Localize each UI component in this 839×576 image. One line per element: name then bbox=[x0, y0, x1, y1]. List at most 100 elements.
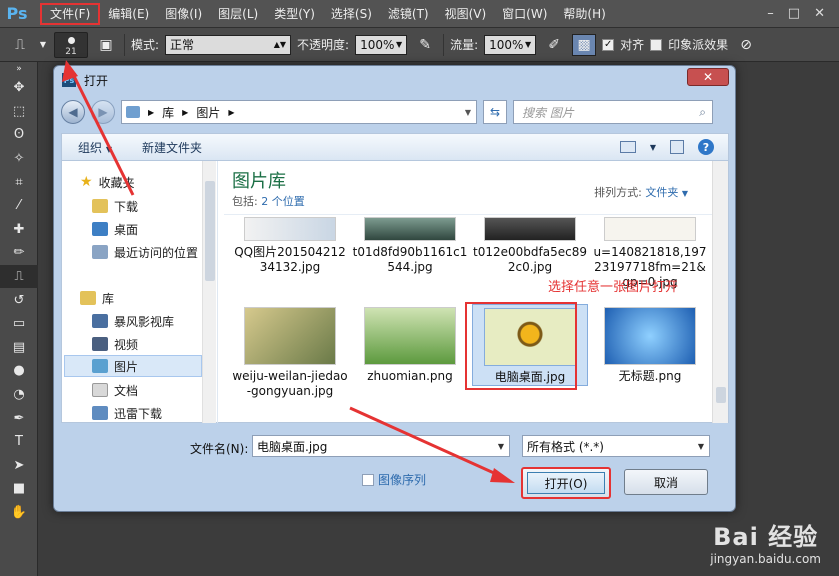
breadcrumb-library[interactable]: 库 bbox=[162, 104, 174, 121]
menu-window[interactable]: 窗口(W) bbox=[494, 3, 555, 25]
airbrush-icon[interactable]: ✐ bbox=[542, 34, 566, 56]
menu-image[interactable]: 图像(I) bbox=[157, 3, 210, 25]
file-item[interactable]: weiju-weilan-jiedao-gongyuan.jpg bbox=[232, 307, 348, 399]
move-tool-icon[interactable]: ✥ bbox=[0, 76, 38, 100]
chevron-down-icon[interactable]: ▼ bbox=[493, 442, 509, 451]
hand-tool-icon[interactable]: ✋ bbox=[0, 501, 38, 525]
menu-view[interactable]: 视图(V) bbox=[437, 3, 495, 25]
refresh-icon[interactable]: ⇆ bbox=[483, 100, 507, 124]
nav-thunder-downloads[interactable]: 迅雷下载 bbox=[92, 402, 162, 424]
search-icon: ⌕ bbox=[699, 104, 706, 119]
file-item[interactable]: 无标题.png bbox=[592, 307, 708, 384]
clone-stamp-tool-icon[interactable]: ⎍ bbox=[0, 264, 38, 289]
mode-select[interactable]: 正常 ▲▼ bbox=[165, 34, 292, 55]
nav-videos[interactable]: 视频 bbox=[92, 333, 138, 355]
dodge-tool-icon[interactable]: ◔ bbox=[0, 383, 38, 407]
file-item[interactable]: QQ图片20150421234132.jpg bbox=[232, 217, 348, 275]
panel-collapse-icon[interactable]: » bbox=[0, 62, 38, 76]
nav-baofeng-library[interactable]: 暴风影视库 bbox=[92, 310, 174, 332]
cancel-button[interactable]: 取消 bbox=[624, 469, 708, 495]
pattern-swatch-icon[interactable]: ▩ bbox=[572, 33, 597, 56]
file-item[interactable]: t01d8fd90b1161c1544.jpg bbox=[352, 217, 468, 275]
filename-value: 电脑桌面.jpg bbox=[257, 439, 328, 454]
new-folder-button[interactable]: 新建文件夹 bbox=[142, 139, 202, 156]
gradient-tool-icon[interactable]: ▤ bbox=[0, 336, 38, 360]
nav-videos-label: 视频 bbox=[114, 337, 139, 352]
crop-tool-icon[interactable]: ⌗ bbox=[0, 170, 38, 194]
divider bbox=[124, 33, 125, 56]
menu-type[interactable]: 类型(Y) bbox=[266, 3, 323, 25]
lasso-tool-icon[interactable]: ʘ bbox=[0, 123, 38, 147]
chevron-down-icon: ▼ bbox=[395, 40, 403, 49]
close-window-button[interactable]: ✕ bbox=[814, 6, 825, 21]
file-list-scrollbar[interactable] bbox=[712, 161, 728, 423]
pressure-opacity-icon[interactable]: ✎ bbox=[413, 34, 437, 56]
minimize-button[interactable]: – bbox=[767, 6, 774, 21]
nav-pictures[interactable]: 图片 bbox=[64, 355, 202, 377]
library-folder-icon bbox=[126, 106, 140, 118]
blur-tool-icon[interactable]: ● bbox=[0, 359, 38, 383]
quick-select-tool-icon[interactable]: ✧ bbox=[0, 147, 38, 171]
clone-stamp-preset-icon[interactable]: ⎍ bbox=[8, 34, 32, 56]
breadcrumb-pictures[interactable]: 图片 bbox=[196, 104, 220, 121]
file-item[interactable]: t012e00bdfa5ec892c0.jpg bbox=[472, 217, 588, 275]
image-sequence-option[interactable]: 图像序列 bbox=[362, 471, 426, 488]
menu-filter[interactable]: 滤镜(T) bbox=[380, 3, 437, 25]
filetype-select[interactable]: 所有格式 (*.*) ▼ bbox=[522, 435, 710, 457]
sort-value[interactable]: 文件夹 bbox=[645, 186, 678, 199]
file-item[interactable]: zhuomian.png bbox=[352, 307, 468, 384]
brush-size-picker[interactable]: 21 bbox=[54, 31, 88, 58]
rectangle-tool-icon[interactable]: ■ bbox=[0, 477, 38, 501]
back-arrow-icon[interactable]: ◀ bbox=[61, 100, 85, 124]
mode-value: 正常 bbox=[170, 38, 195, 52]
scrollbar-thumb[interactable] bbox=[716, 387, 726, 403]
menu-file[interactable]: 文件(F) bbox=[40, 2, 101, 25]
flow-input[interactable]: 100% ▼ bbox=[484, 34, 537, 55]
organize-button[interactable]: 组织 ▼ bbox=[78, 139, 112, 156]
forward-arrow-icon[interactable]: ▶ bbox=[91, 100, 115, 124]
pen-tool-icon[interactable]: ✒ bbox=[0, 406, 38, 430]
chevron-down-icon[interactable]: ▼ bbox=[682, 189, 688, 198]
chevron-down-icon[interactable]: ▼ bbox=[650, 143, 656, 152]
brush-tool-icon[interactable]: ✏ bbox=[0, 241, 38, 265]
chevron-down-icon[interactable]: ▼ bbox=[460, 108, 476, 117]
view-mode-icon[interactable] bbox=[619, 141, 636, 153]
align-checkbox[interactable]: ✓ bbox=[602, 38, 615, 51]
filename-input[interactable]: 电脑桌面.jpg ▼ bbox=[252, 435, 510, 457]
nav-library[interactable]: 库 bbox=[80, 287, 114, 309]
healing-brush-tool-icon[interactable]: ✚ bbox=[0, 218, 38, 242]
nav-favorites[interactable]: ★ 收藏夹 bbox=[80, 171, 135, 193]
close-icon[interactable]: ✕ bbox=[687, 68, 729, 86]
nav-recent-places[interactable]: 最近访问的位置 bbox=[92, 241, 198, 263]
nav-downloads[interactable]: 下载 bbox=[92, 195, 138, 217]
open-button[interactable]: 打开(O) bbox=[521, 467, 611, 499]
menu-layer[interactable]: 图层(L) bbox=[210, 3, 266, 25]
menu-help[interactable]: 帮助(H) bbox=[555, 3, 613, 25]
help-icon[interactable]: ? bbox=[698, 139, 714, 155]
nav-documents[interactable]: 文档 bbox=[92, 379, 138, 401]
eyedropper-tool-icon[interactable]: ⁄ bbox=[0, 194, 38, 218]
marquee-tool-icon[interactable]: ⬚ bbox=[0, 100, 38, 124]
includes-locations-link[interactable]: 2 个位置 bbox=[261, 195, 305, 208]
search-placeholder: 搜索 图片 bbox=[522, 105, 574, 120]
eraser-tool-icon[interactable]: ▭ bbox=[0, 312, 38, 336]
nav-documents-label: 文档 bbox=[114, 383, 139, 398]
preview-pane-icon[interactable] bbox=[670, 140, 684, 154]
type-tool-icon[interactable]: T bbox=[0, 430, 38, 454]
pressure-size-icon[interactable]: ⊘ bbox=[734, 34, 758, 56]
history-brush-tool-icon[interactable]: ↺ bbox=[0, 288, 38, 312]
menu-edit[interactable]: 编辑(E) bbox=[100, 3, 157, 25]
address-bar[interactable]: ▶ 库 ▶ 图片 ▶ ▼ bbox=[121, 100, 477, 124]
scrollbar-thumb[interactable] bbox=[205, 181, 215, 281]
nav-desktop[interactable]: 桌面 bbox=[92, 218, 138, 240]
maximize-button[interactable]: □ bbox=[788, 6, 800, 21]
opacity-input[interactable]: 100% ▼ bbox=[355, 34, 408, 55]
brush-panel-icon[interactable]: ▣ bbox=[94, 34, 118, 56]
impressionist-checkbox[interactable] bbox=[650, 38, 663, 51]
path-selection-tool-icon[interactable]: ➤ bbox=[0, 454, 38, 478]
nav-pane-scrollbar[interactable] bbox=[202, 161, 216, 423]
chevron-down-icon[interactable]: ▼ bbox=[38, 34, 48, 56]
image-sequence-checkbox[interactable] bbox=[362, 473, 374, 486]
menu-select[interactable]: 选择(S) bbox=[323, 3, 380, 25]
search-input[interactable]: 搜索 图片 ⌕ bbox=[513, 100, 713, 124]
